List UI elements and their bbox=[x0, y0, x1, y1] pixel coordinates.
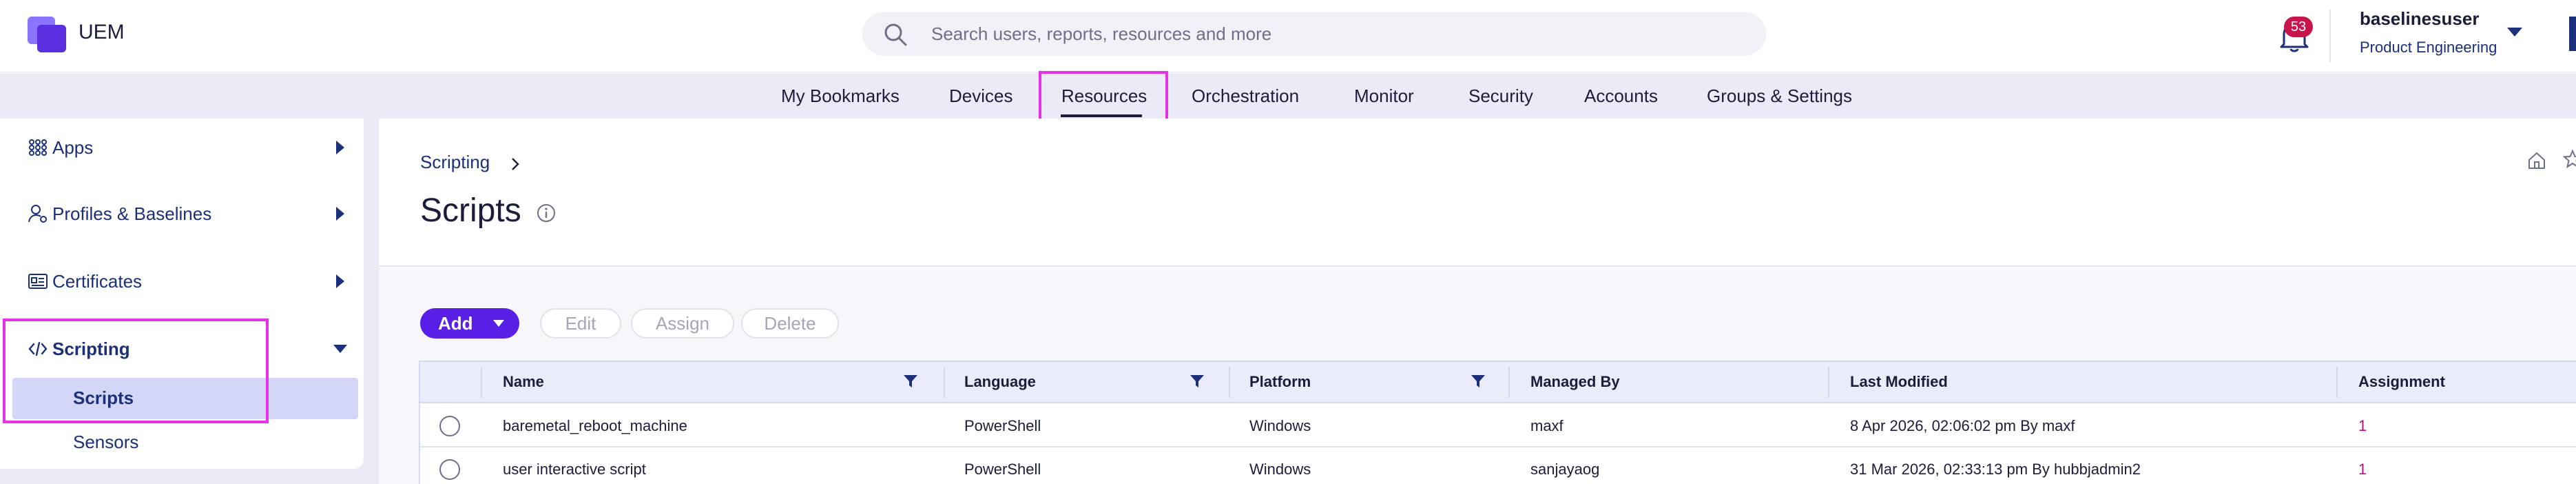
cell-language: PowerShell bbox=[964, 461, 1041, 478]
filter-platform-icon[interactable] bbox=[1470, 373, 1486, 390]
page-title: Scripts bbox=[420, 192, 521, 229]
nav-orchestration[interactable]: Orchestration bbox=[1192, 85, 1299, 107]
column-header-last-modified[interactable]: Last Modified bbox=[1850, 373, 1948, 391]
row-select-radio[interactable] bbox=[439, 459, 460, 480]
table-row[interactable]: baremetal_reboot_machine PowerShell Wind… bbox=[420, 405, 2576, 447]
column-header-assignment[interactable]: Assignment bbox=[2358, 373, 2445, 391]
sidebar-subitem-sensors[interactable]: Sensors bbox=[73, 432, 138, 453]
home-icon[interactable] bbox=[2526, 150, 2547, 171]
nav-my-bookmarks[interactable]: My Bookmarks bbox=[781, 85, 900, 107]
app-logo[interactable] bbox=[28, 17, 66, 52]
cell-managed-by: maxf bbox=[1530, 417, 1564, 434]
breadcrumb-chevron-right-icon bbox=[512, 158, 519, 170]
nav-devices[interactable]: Devices bbox=[949, 85, 1012, 107]
search-input[interactable] bbox=[931, 20, 1723, 48]
main-content: Scripting Scripts Add Edit Assign Delete bbox=[379, 119, 2576, 484]
add-dropdown-chevron-down-icon bbox=[493, 320, 504, 327]
column-separator bbox=[2336, 367, 2338, 398]
cell-assignment-link[interactable]: 1 bbox=[2358, 417, 2367, 435]
nav-groups-settings[interactable]: Groups & Settings bbox=[1707, 85, 1852, 107]
edit-button[interactable]: Edit bbox=[540, 308, 621, 339]
column-separator bbox=[481, 367, 482, 398]
user-settings-icon bbox=[28, 205, 47, 223]
column-separator bbox=[944, 367, 945, 398]
app-name: UEM bbox=[79, 21, 125, 43]
sidebar-item-apps[interactable]: Apps bbox=[28, 134, 93, 161]
sidebar-item-label: Apps bbox=[52, 137, 94, 158]
sidebar-item-certificates[interactable]: Certificates bbox=[28, 268, 142, 295]
scripts-table: Name Language Platform Managed By Last M… bbox=[419, 361, 2576, 484]
user-name[interactable]: baselinesuser bbox=[2360, 8, 2479, 30]
filter-name-icon[interactable] bbox=[902, 373, 919, 390]
expand-certificates-chevron-right-icon[interactable] bbox=[336, 274, 344, 288]
add-button-label: Add bbox=[438, 312, 473, 334]
row-select-radio[interactable] bbox=[439, 416, 460, 436]
global-search[interactable] bbox=[862, 12, 1766, 56]
notification-count-badge: 53 bbox=[2284, 17, 2313, 37]
assign-button[interactable]: Assign bbox=[631, 308, 734, 339]
cell-name[interactable]: baremetal_reboot_machine bbox=[503, 417, 687, 435]
column-header-name[interactable]: Name bbox=[503, 373, 544, 391]
column-separator bbox=[1828, 367, 1829, 398]
column-separator bbox=[1508, 367, 1510, 398]
nav-security[interactable]: Security bbox=[1468, 85, 1533, 107]
left-sidebar: Apps Profiles & Baselines Certificates S… bbox=[0, 119, 379, 484]
header-edge-icon[interactable] bbox=[2569, 17, 2576, 51]
search-icon bbox=[884, 23, 907, 46]
scripts-list-area: Add Edit Assign Delete Name Language Pla… bbox=[379, 268, 2576, 484]
cell-managed-by: sanjayaog bbox=[1530, 461, 1600, 478]
cell-last-modified: 31 Mar 2026, 02:33:13 pm By hubbjadmin2 bbox=[1850, 461, 2141, 478]
column-header-managed-by[interactable]: Managed By bbox=[1530, 373, 1620, 391]
add-button[interactable]: Add bbox=[420, 308, 519, 339]
cell-name[interactable]: user interactive script bbox=[503, 461, 646, 478]
delete-button[interactable]: Delete bbox=[741, 308, 839, 339]
scripting-highlight-box bbox=[3, 319, 269, 423]
cell-last-modified: 8 Apr 2026, 02:06:02 pm By maxf bbox=[1850, 417, 2075, 434]
table-header: Name Language Platform Managed By Last M… bbox=[420, 362, 2576, 403]
star-icon[interactable] bbox=[2562, 149, 2576, 170]
expand-profiles-chevron-right-icon[interactable] bbox=[336, 207, 344, 221]
cell-platform: Windows bbox=[1249, 461, 1311, 478]
table-row[interactable]: user interactive script PowerShell Windo… bbox=[420, 448, 2576, 484]
column-header-platform[interactable]: Platform bbox=[1249, 373, 1311, 391]
column-separator bbox=[1229, 367, 1230, 398]
breadcrumb-scripting[interactable]: Scripting bbox=[420, 152, 490, 173]
cell-assignment-link[interactable]: 1 bbox=[2358, 461, 2367, 478]
certificate-icon bbox=[28, 274, 48, 289]
info-icon[interactable] bbox=[536, 203, 557, 223]
cell-language: PowerShell bbox=[964, 417, 1041, 434]
cell-platform: Windows bbox=[1249, 417, 1311, 434]
grid-icon bbox=[29, 139, 47, 156]
sidebar-item-label: Certificates bbox=[52, 270, 143, 292]
top-navigation: My Bookmarks Devices Resources Orchestra… bbox=[0, 73, 2576, 119]
user-menu-chevron-down-icon[interactable] bbox=[2507, 28, 2522, 37]
column-header-language[interactable]: Language bbox=[964, 373, 1036, 391]
user-org[interactable]: Product Engineering bbox=[2360, 39, 2497, 57]
app-header: UEM 53 baselinesuser Product Engineering bbox=[0, 0, 2576, 72]
filter-language-icon[interactable] bbox=[1189, 373, 1205, 390]
nav-accounts[interactable]: Accounts bbox=[1584, 85, 1658, 107]
page-header: Scripting Scripts bbox=[379, 119, 2576, 267]
expand-apps-chevron-right-icon[interactable] bbox=[336, 141, 344, 154]
sidebar-item-label: Profiles & Baselines bbox=[52, 203, 212, 224]
collapse-scripting-chevron-down-icon[interactable] bbox=[333, 345, 347, 353]
nav-monitor[interactable]: Monitor bbox=[1354, 85, 1414, 107]
sidebar-item-profiles-baselines[interactable]: Profiles & Baselines bbox=[28, 200, 211, 228]
header-divider bbox=[2329, 10, 2331, 62]
